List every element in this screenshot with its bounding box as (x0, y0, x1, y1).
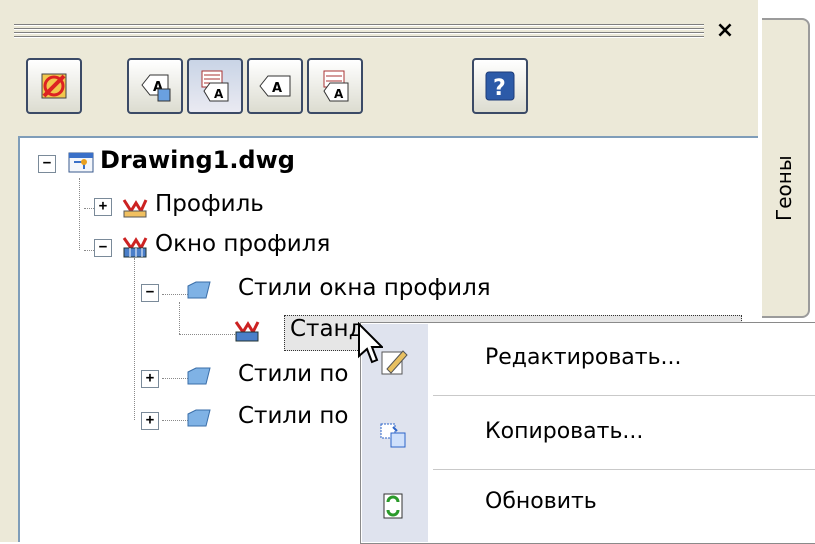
collapse-toggle[interactable]: − (141, 284, 159, 302)
style-list-button[interactable]: A (187, 58, 243, 114)
copy-icon (380, 423, 406, 448)
svg-text:A: A (272, 81, 282, 96)
menu-separator (433, 395, 815, 396)
folder-icon (187, 281, 211, 299)
refresh-icon (383, 493, 403, 519)
tree-connector (79, 178, 80, 250)
collapse-toggle[interactable]: − (94, 239, 112, 257)
menu-item-refresh-label: Обновить (485, 489, 597, 514)
tree-connector (179, 334, 235, 335)
profile-icon (122, 199, 148, 218)
profile-view-style-icon (234, 321, 260, 342)
menu-item-refresh[interactable]: Обновить (361, 475, 815, 535)
tree-node-styles[interactable]: Стили по (238, 403, 348, 429)
menu-item-copy-label: Копировать... (485, 419, 644, 444)
svg-text:?: ? (493, 76, 506, 101)
style-tag-button[interactable]: A (127, 58, 183, 114)
table-tag-button[interactable]: A (307, 58, 363, 114)
mouse-cursor-icon (358, 322, 383, 364)
tree-connector (162, 378, 188, 379)
no-preview-button[interactable] (26, 58, 82, 114)
help-icon: ? (485, 71, 515, 101)
tree-node-profile[interactable]: Профиль (155, 191, 264, 217)
collapse-toggle[interactable]: − (38, 155, 56, 173)
table-tag-icon: A (323, 70, 349, 102)
tree-node-standard[interactable]: Станд (290, 316, 365, 342)
menu-item-edit[interactable]: Редактировать... (361, 331, 815, 391)
profile-view-icon (122, 237, 148, 258)
svg-text:A: A (334, 87, 344, 101)
drawing-icon (68, 152, 94, 173)
menu-separator (433, 469, 815, 470)
context-menu: Редактировать... Копировать... Обновить (360, 322, 815, 544)
tree-root-label[interactable]: Drawing1.dwg (100, 146, 295, 174)
edit-icon (381, 350, 408, 375)
close-button[interactable]: × (712, 19, 738, 43)
tag-button[interactable]: A (247, 58, 303, 114)
tag-icon: A (259, 75, 291, 97)
tree-connector (162, 294, 188, 295)
expand-toggle[interactable]: + (141, 370, 159, 388)
help-button[interactable]: ? (472, 58, 528, 114)
menu-item-edit-label: Редактировать... (485, 345, 682, 370)
tab-geons[interactable]: Геоны (762, 18, 810, 318)
tag-a-icon: A (141, 74, 171, 102)
menu-item-copy[interactable]: Копировать... (361, 405, 815, 465)
svg-text:A: A (214, 87, 224, 101)
expand-toggle[interactable]: + (94, 198, 112, 216)
tab-geons-label: Геоны (772, 155, 796, 221)
tree-node-view-styles[interactable]: Стили окна профиля (238, 275, 491, 301)
tree-connector (134, 258, 135, 420)
folder-icon (187, 409, 211, 427)
expand-toggle[interactable]: + (141, 412, 159, 430)
folder-icon (187, 367, 211, 385)
tree-node-profile-view[interactable]: Окно профиля (155, 231, 330, 257)
tree-connector (162, 420, 188, 421)
tree-node-styles[interactable]: Стили по (238, 361, 348, 387)
no-preview-icon (41, 73, 67, 99)
tree-connector (179, 302, 180, 334)
list-tag-icon: A (201, 70, 229, 102)
panel-grip[interactable] (14, 22, 704, 40)
